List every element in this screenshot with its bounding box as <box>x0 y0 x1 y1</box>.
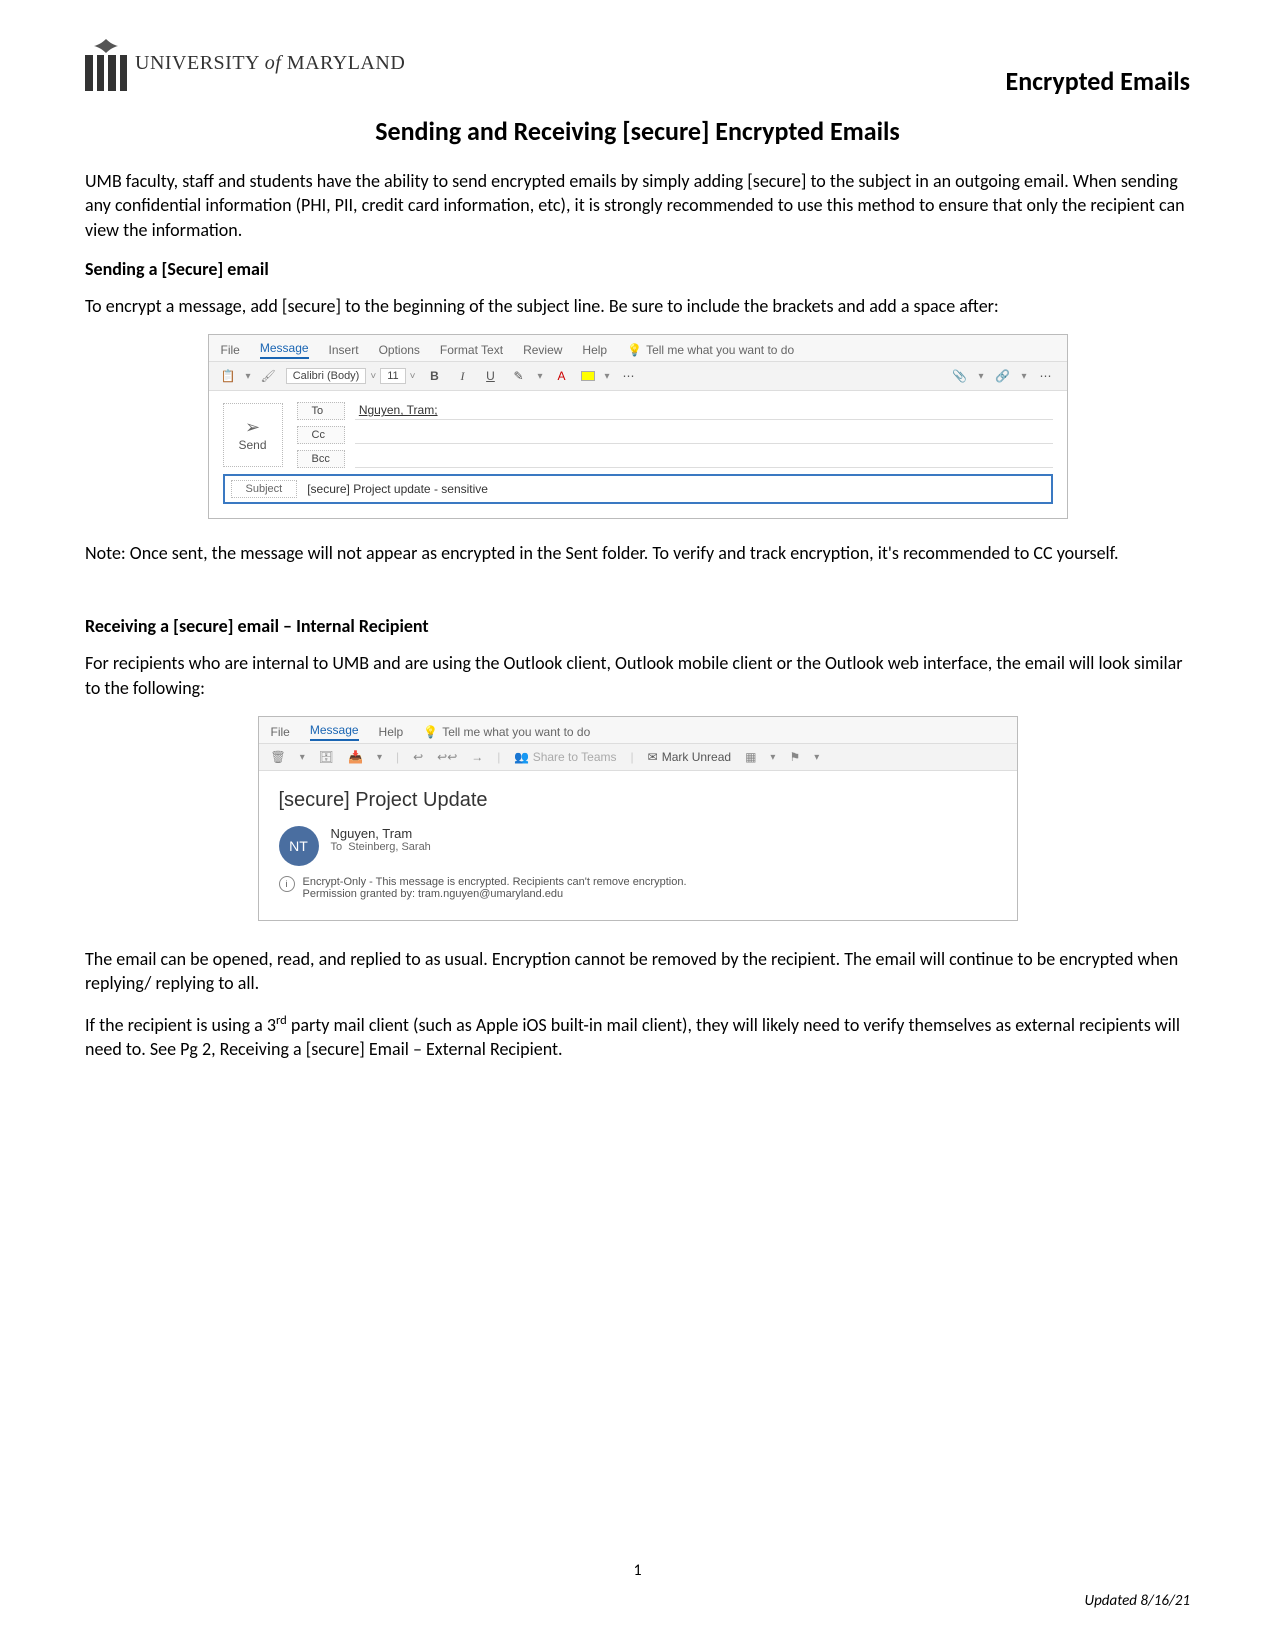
org-logo-block: UNIVERSITY of MARYLAND <box>85 35 405 91</box>
page-number: 1 <box>0 1561 1275 1580</box>
tab-message[interactable]: Message <box>310 723 359 741</box>
sending-instructions: To encrypt a message, add [secure] to th… <box>85 294 1190 318</box>
attach-icon[interactable]: 📎 <box>950 369 968 383</box>
subject-label: Subject <box>231 480 298 498</box>
page-title: Sending and Receiving [secure] Encrypted… <box>85 115 1190 147</box>
move-icon[interactable]: 📥 <box>348 750 363 764</box>
tab-help[interactable]: Help <box>379 725 404 739</box>
lightbulb-icon: 💡 <box>627 343 642 357</box>
encryption-notice: i Encrypt-Only - This message is encrypt… <box>279 876 997 900</box>
font-color-icon[interactable]: A <box>553 369 571 383</box>
intro-paragraph: UMB faculty, staff and students have the… <box>85 169 1190 242</box>
tab-file[interactable]: File <box>271 725 290 739</box>
tab-options[interactable]: Options <box>379 343 420 357</box>
more-icon[interactable]: ⋯ <box>620 369 638 383</box>
subject-field[interactable]: [secure] Project update - sensitive <box>307 482 488 496</box>
reply-icon[interactable]: ↩ <box>413 750 423 764</box>
after-read-p1: The email can be opened, read, and repli… <box>85 947 1190 996</box>
umd-logo-icon <box>85 35 127 91</box>
font-name-select[interactable]: Calibri (Body) <box>286 368 367 384</box>
link-icon[interactable]: 🔗 <box>993 369 1011 383</box>
after-read-p2: If the recipient is using a 3rd party ma… <box>85 1012 1190 1062</box>
subject-row-highlighted: Subject [secure] Project update - sensit… <box>223 474 1053 504</box>
format-painter-icon[interactable]: 🖌 <box>260 369 275 383</box>
underline-button[interactable]: U <box>481 369 499 383</box>
chevron-down-icon[interactable]: ˅ <box>410 371 416 382</box>
to-button[interactable]: To <box>297 402 345 420</box>
outlook-compose-screenshot: File Message Insert Options Format Text … <box>208 334 1068 519</box>
bcc-field[interactable] <box>355 450 1053 468</box>
sender-avatar: NT <box>279 826 319 866</box>
delete-icon[interactable]: 🗑 <box>271 750 286 764</box>
lightbulb-icon: 💡 <box>423 725 438 739</box>
clipboard-icon[interactable]: 📋 <box>221 369 236 383</box>
highlight-color-swatch[interactable] <box>581 371 595 381</box>
tab-review[interactable]: Review <box>523 343 562 357</box>
page-header: UNIVERSITY of MARYLAND Encrypted Emails <box>85 35 1190 97</box>
sending-heading: Sending a [Secure] email <box>85 258 1190 280</box>
flag-icon[interactable]: ⚑ <box>789 750 800 764</box>
forward-icon[interactable]: → <box>471 750 483 764</box>
tab-message[interactable]: Message <box>260 341 309 359</box>
encrypt-notice-line1: Encrypt-Only - This message is encrypted… <box>303 876 687 888</box>
read-toolbar: 🗑 ▾ 🗄 📥▾ | ↩ ↩↩ → | 👥 Share to Teams | ✉… <box>259 744 1017 771</box>
outlook-read-screenshot: File Message Help 💡Tell me what you want… <box>258 716 1018 921</box>
envelope-icon: ✉ <box>648 750 658 764</box>
italic-button[interactable]: I <box>453 369 471 384</box>
bold-button[interactable]: B <box>425 369 443 383</box>
tab-format-text[interactable]: Format Text <box>440 343 503 357</box>
note-after-compose: Note: Once sent, the message will not ap… <box>85 541 1190 565</box>
mark-unread-button[interactable]: ✉Mark Unread <box>648 750 731 764</box>
tell-me-search[interactable]: 💡Tell me what you want to do <box>423 725 1004 739</box>
compose-ribbon-toolbar: 📋 ▾ 🖌 Calibri (Body) ˅ 11 ˅ B I U ✎ ▾ A … <box>209 362 1067 391</box>
send-button[interactable]: ➢ Send <box>223 403 283 467</box>
cc-field[interactable] <box>355 426 1053 444</box>
email-subject: [secure] Project Update <box>279 789 997 812</box>
bcc-button[interactable]: Bcc <box>297 450 345 468</box>
highlight-icon[interactable]: ✎ <box>509 369 527 383</box>
recipient-chip[interactable]: Nguyen, Tram; <box>359 403 438 417</box>
tab-file[interactable]: File <box>221 343 240 357</box>
font-size-select[interactable]: 11 <box>380 368 405 384</box>
recipient-line: To Steinberg, Sarah <box>331 841 431 853</box>
encrypt-notice-line2: Permission granted by: tram.nguyen@umary… <box>303 888 687 900</box>
categorize-icon[interactable]: ▦ <box>745 750 756 764</box>
receiving-heading: Receiving a [secure] email – Internal Re… <box>85 615 1190 637</box>
to-field[interactable]: Nguyen, Tram; <box>355 401 1053 420</box>
send-arrow-icon: ➢ <box>245 417 260 438</box>
compose-ribbon-tabs: File Message Insert Options Format Text … <box>209 335 1067 362</box>
chevron-down-icon[interactable]: ˅ <box>370 371 376 382</box>
send-label: Send <box>238 438 266 452</box>
archive-icon[interactable]: 🗄 <box>319 750 334 764</box>
updated-date: Updated 8/16/21 <box>1084 1592 1190 1610</box>
lock-icon: i <box>279 876 295 892</box>
sender-name: Nguyen, Tram <box>331 826 431 841</box>
chevron-down-icon[interactable]: ▾ <box>245 371 250 382</box>
org-name: UNIVERSITY of MARYLAND <box>135 52 405 75</box>
cc-button[interactable]: Cc <box>297 426 345 444</box>
document-category: Encrypted Emails <box>1006 65 1190 97</box>
share-teams-button[interactable]: 👥 Share to Teams <box>514 750 616 764</box>
tab-help[interactable]: Help <box>582 343 607 357</box>
receiving-intro: For recipients who are internal to UMB a… <box>85 651 1190 700</box>
read-ribbon-tabs: File Message Help 💡Tell me what you want… <box>259 717 1017 744</box>
tell-me-search[interactable]: 💡Tell me what you want to do <box>627 343 1054 357</box>
more-icon[interactable]: ⋯ <box>1037 369 1055 383</box>
tab-insert[interactable]: Insert <box>329 343 359 357</box>
reply-all-icon[interactable]: ↩↩ <box>437 750 457 764</box>
